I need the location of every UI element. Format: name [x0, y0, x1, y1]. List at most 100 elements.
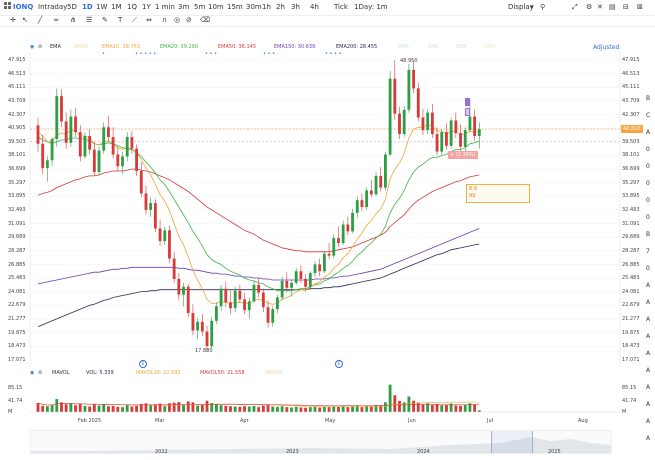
- price-tick-label: 17.071: [8, 357, 26, 363]
- side-panel-item[interactable]: C: [646, 112, 650, 119]
- settings-icon[interactable]: ⚙: [586, 3, 592, 11]
- ema200-line: [37, 243, 480, 327]
- crosshair-icon[interactable]: ✛: [10, 16, 16, 24]
- text-tool-icon[interactable]: T: [118, 16, 122, 24]
- candle-body: [121, 156, 124, 167]
- magnet-icon[interactable]: ∩: [162, 16, 167, 24]
- candle-body: [78, 132, 82, 157]
- chevron-down-icon[interactable]: ▾: [530, 3, 534, 11]
- layout-icon[interactable]: ▤: [609, 3, 616, 11]
- timeframe-30m[interactable]: 30m: [246, 3, 262, 11]
- mavol-label[interactable]: MAVOL: [52, 370, 69, 376]
- timeframe-5d[interactable]: 5D: [67, 3, 77, 11]
- lock-icon[interactable]: ⊘: [186, 16, 192, 24]
- price-tick-label: 46.513: [8, 70, 26, 77]
- restore-icon[interactable]: ⊠: [637, 3, 643, 11]
- candle-body: [60, 96, 63, 122]
- mavol20-line: [37, 401, 480, 408]
- volume-bar: [473, 404, 477, 412]
- timeframe-1h[interactable]: 1h: [262, 3, 271, 11]
- pattern-icon[interactable]: ⟋: [132, 16, 137, 25]
- volume-bar: [144, 403, 148, 412]
- overview-selection-handle[interactable]: [491, 431, 533, 453]
- side-panel-item[interactable]: A: [646, 418, 650, 425]
- timeframe-1m[interactable]: 1M: [111, 3, 122, 11]
- side-panel-item[interactable]: A: [646, 333, 650, 340]
- volume-bar: [412, 400, 415, 412]
- side-panel-item[interactable]: 7: [646, 248, 650, 255]
- close-icon[interactable]: ✕: [597, 3, 603, 11]
- timeframe-2h[interactable]: 2h: [276, 3, 285, 11]
- side-panel-item[interactable]: 0: [646, 197, 650, 204]
- timeframe-15m[interactable]: 15m: [227, 3, 243, 11]
- volume-bar: [50, 404, 54, 412]
- side-panel-item[interactable]: A: [646, 401, 650, 408]
- grid-icon[interactable]: [4, 2, 11, 11]
- timeframe-intraday[interactable]: Intraday: [38, 3, 67, 11]
- search-icon[interactable]: ⚲: [540, 3, 545, 11]
- brush-icon[interactable]: ✎: [102, 16, 108, 24]
- price-tick-label: 47.915: [622, 57, 640, 63]
- trendline-icon[interactable]: ╱: [38, 16, 42, 24]
- timeframe-5m[interactable]: 5m: [194, 3, 205, 11]
- delete-icon[interactable]: ⌫: [200, 16, 210, 24]
- minimize-icon[interactable]: ⊟: [623, 3, 629, 11]
- ticker-label[interactable]: IONQ: [13, 3, 33, 11]
- timeframe-1d[interactable]: 1D: [82, 3, 93, 11]
- horizontal-line-icon[interactable]: ═: [54, 16, 58, 24]
- timeframe-10m[interactable]: 10m: [208, 3, 224, 11]
- side-panel-item[interactable]: 0: [646, 163, 650, 170]
- hide-icon[interactable]: ◎: [174, 16, 180, 24]
- timeframe-1q[interactable]: 1Q: [127, 3, 137, 11]
- cursor-icon[interactable]: ↖: [22, 16, 28, 24]
- percent-change-badge: + (2.36%): [448, 151, 478, 159]
- side-panel-item[interactable]: A: [646, 350, 650, 357]
- settings-icon[interactable]: ⚙: [38, 44, 42, 50]
- side-panel-item[interactable]: A: [646, 282, 650, 289]
- adjusted-label[interactable]: Adjusted: [593, 44, 619, 51]
- price-tick-label: 35.297: [8, 179, 26, 186]
- purple-marker-icon[interactable]: [465, 98, 470, 106]
- ema-label[interactable]: EMA: [50, 44, 61, 50]
- price-tick-label: 38.101: [8, 152, 26, 159]
- fibonacci-icon[interactable]: ☰: [86, 16, 92, 24]
- side-panel-item[interactable]: 0: [646, 146, 650, 153]
- event-marker-icon[interactable]: E: [139, 360, 147, 368]
- side-panel-item[interactable]: 0: [646, 214, 650, 221]
- candle-body: [266, 307, 270, 323]
- side-panel-item[interactable]: A: [646, 299, 650, 306]
- candle-body: [214, 306, 218, 321]
- candle-body: [168, 230, 171, 259]
- settings-icon[interactable]: ⚙: [38, 370, 42, 376]
- candle-body: [374, 175, 378, 195]
- timeframe-4h[interactable]: 4h: [310, 3, 319, 11]
- expand-icon[interactable]: ⤢: [572, 3, 578, 12]
- price-chart[interactable]: [0, 0, 655, 460]
- side-panel-item[interactable]: 0: [646, 265, 650, 272]
- price-tick-label: 33.895: [622, 193, 640, 200]
- event-marker-icon[interactable]: E: [335, 360, 343, 368]
- timeframe-1y[interactable]: 1Y: [142, 3, 151, 11]
- overview-navigator[interactable]: [30, 430, 612, 454]
- timeframe-1w[interactable]: 1W: [96, 3, 107, 11]
- side-panel-item[interactable]: A: [646, 435, 650, 442]
- candle-body: [135, 148, 138, 172]
- eye-icon[interactable]: ◉: [30, 370, 34, 376]
- timeframe-tick[interactable]: Tick: [334, 3, 348, 11]
- side-panel-item[interactable]: A: [646, 129, 650, 136]
- purple-marker-outline-icon[interactable]: [465, 108, 470, 116]
- side-panel-item[interactable]: B: [646, 231, 650, 238]
- timeframe-3h[interactable]: 3h: [291, 3, 300, 11]
- side-panel-item[interactable]: A: [646, 316, 650, 323]
- timeframe-1-min[interactable]: 1 min: [155, 3, 175, 11]
- timeframe-3m[interactable]: 3m: [178, 3, 189, 11]
- side-panel-item[interactable]: 0: [646, 180, 650, 187]
- pitchfork-icon[interactable]: ⋔: [70, 16, 76, 24]
- side-panel-item[interactable]: A: [646, 384, 650, 391]
- timeframe-1day:-1m[interactable]: 1Day: 1m: [354, 3, 388, 11]
- eye-icon[interactable]: ◉: [30, 44, 34, 50]
- measure-icon[interactable]: ⇔: [146, 16, 152, 24]
- side-panel-item[interactable]: B: [646, 95, 650, 102]
- side-panel-item[interactable]: A: [646, 367, 650, 374]
- annotation-box[interactable]: 8.9 99: [466, 184, 530, 203]
